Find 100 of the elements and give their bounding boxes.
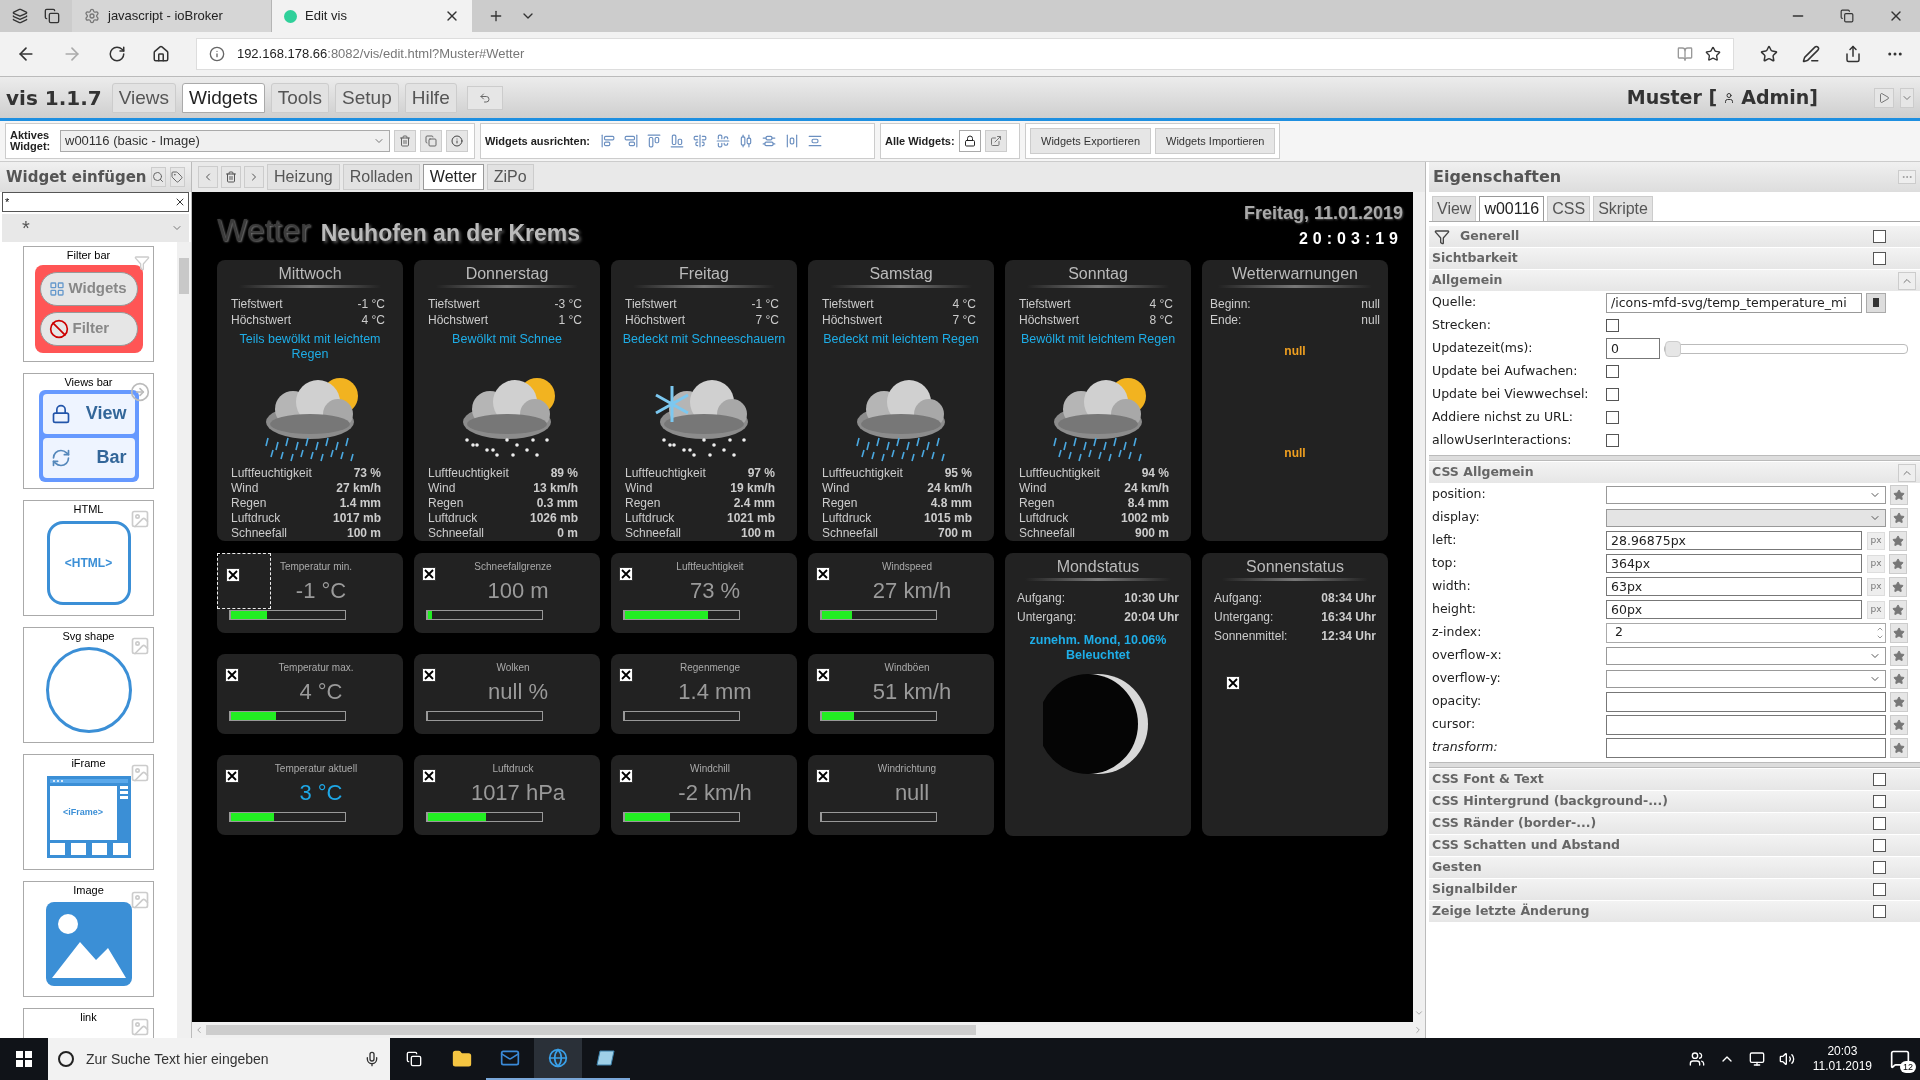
- text-field[interactable]: 28.96875px: [1606, 531, 1862, 550]
- text-field[interactable]: /icons-mfd-svg/temp_temperature_mi: [1606, 292, 1862, 313]
- checkbox[interactable]: [1606, 434, 1619, 447]
- unit-button[interactable]: px: [1867, 600, 1885, 619]
- distribute-vertical-icon[interactable]: [762, 134, 777, 148]
- menu-tab[interactable]: Tools: [270, 82, 330, 113]
- clock[interactable]: 20:03 11.01.2019: [1808, 1044, 1876, 1074]
- distribute-horizontal-icon[interactable]: [739, 134, 754, 148]
- reading-view-icon[interactable]: [1677, 46, 1693, 62]
- microphone-icon[interactable]: [364, 1051, 380, 1067]
- toolbar-button[interactable]: Widgets Exportieren: [1030, 128, 1152, 154]
- widget-palette-card[interactable]: Image: [23, 881, 154, 997]
- text-field[interactable]: 60px: [1606, 600, 1862, 619]
- select-field[interactable]: [1606, 646, 1886, 665]
- filter-icon[interactable]: [1434, 228, 1450, 245]
- mail-icon[interactable]: [500, 1048, 520, 1068]
- clear-icon[interactable]: [174, 196, 186, 208]
- unit-button[interactable]: px: [1867, 531, 1885, 550]
- task-view-icon[interactable]: [406, 1051, 422, 1067]
- file-picker-button[interactable]: [1866, 292, 1886, 313]
- volume-icon[interactable]: [1778, 1051, 1795, 1067]
- lock-button[interactable]: [958, 130, 981, 152]
- filter-field[interactable]: *: [2, 192, 189, 212]
- checkbox[interactable]: [1606, 319, 1619, 332]
- star-button[interactable]: [1889, 530, 1907, 551]
- menu-tab[interactable]: Views: [111, 82, 177, 113]
- star-button[interactable]: [1890, 645, 1908, 666]
- share-icon[interactable]: [1844, 45, 1862, 63]
- checkbox[interactable]: [1873, 839, 1886, 852]
- home-icon[interactable]: [151, 45, 170, 63]
- checkbox[interactable]: [1606, 411, 1619, 424]
- star-button[interactable]: [1890, 691, 1908, 712]
- address-bar[interactable]: 192.168.178.66:8082/vis/edit.html?Muster#Wetter: [195, 38, 1734, 70]
- search-button[interactable]: [150, 167, 166, 187]
- browser-icon[interactable]: [548, 1048, 568, 1068]
- tabs-aside-icon[interactable]: [12, 8, 28, 24]
- align-center-icon[interactable]: [693, 134, 708, 148]
- favorite-icon[interactable]: [1705, 46, 1721, 62]
- star-button[interactable]: [1889, 599, 1907, 620]
- align-top-icon[interactable]: [647, 134, 662, 148]
- text-field[interactable]: [1606, 737, 1886, 758]
- star-button[interactable]: [1889, 576, 1907, 597]
- property-tab[interactable]: w00116: [1479, 196, 1545, 221]
- space-horizontal-icon[interactable]: [785, 134, 800, 148]
- checkbox[interactable]: [1873, 861, 1886, 874]
- unit-button[interactable]: px: [1867, 577, 1885, 596]
- scrollbar[interactable]: [1413, 192, 1425, 1022]
- slider-thumb[interactable]: [1665, 340, 1681, 357]
- windows-logo-icon[interactable]: [16, 1051, 32, 1067]
- new-tab-icon[interactable]: [488, 8, 504, 24]
- star-button[interactable]: [1890, 507, 1908, 528]
- align-bottom-icon[interactable]: [670, 134, 685, 148]
- menu-tab[interactable]: Widgets: [182, 82, 265, 113]
- star-button[interactable]: [1890, 737, 1908, 758]
- number-field[interactable]: 0: [1606, 338, 1660, 359]
- star-button[interactable]: [1890, 714, 1908, 735]
- slider-track[interactable]: [1664, 343, 1908, 354]
- play-button[interactable]: [1874, 87, 1894, 108]
- browser-tab[interactable]: javascript - ioBroker: [72, 0, 272, 32]
- search-field[interactable]: Zur Suche Text hier eingeben: [48, 1038, 390, 1080]
- text-field[interactable]: 63px: [1606, 577, 1862, 596]
- star-button[interactable]: [1890, 622, 1908, 643]
- checkbox[interactable]: [1606, 388, 1619, 401]
- widget-palette-card[interactable]: Svg shape: [23, 627, 154, 743]
- folder-icon[interactable]: [452, 1049, 472, 1069]
- text-field[interactable]: [1606, 714, 1886, 735]
- star-button[interactable]: [1890, 668, 1908, 689]
- menu-tab[interactable]: Hilfe: [404, 82, 457, 113]
- widget-palette-card[interactable]: Filter bar Widgets Filter: [23, 246, 154, 362]
- app-icon[interactable]: [596, 1049, 616, 1067]
- checkbox[interactable]: [1873, 905, 1886, 918]
- delete-button[interactable]: [394, 130, 416, 152]
- delete-view-button[interactable]: [221, 166, 241, 188]
- pen-icon[interactable]: [1802, 45, 1820, 63]
- widget-select[interactable]: w00116 (basic - Image): [60, 130, 390, 152]
- widget-palette-card[interactable]: link: [23, 1008, 154, 1038]
- set-select[interactable]: *: [2, 214, 189, 242]
- align-middle-icon[interactable]: [716, 134, 731, 148]
- property-tab[interactable]: Skripte: [1593, 196, 1653, 221]
- tab-preview-icon[interactable]: [44, 8, 60, 24]
- checkbox[interactable]: [1873, 817, 1886, 830]
- checkbox[interactable]: [1873, 230, 1886, 243]
- scrollbar[interactable]: [192, 1022, 1425, 1038]
- page-tab[interactable]: ZiPo: [486, 164, 534, 190]
- network-icon[interactable]: [1748, 1051, 1765, 1067]
- select-field[interactable]: [1606, 485, 1886, 504]
- checkbox[interactable]: [1873, 795, 1886, 808]
- widget-palette-card[interactable]: HTML <HTML>: [23, 500, 154, 616]
- toolbar-button[interactable]: Widgets Importieren: [1155, 128, 1276, 154]
- menu-tab[interactable]: Setup: [335, 82, 399, 113]
- people-icon[interactable]: [1688, 1051, 1705, 1067]
- select-field[interactable]: [1606, 669, 1886, 688]
- page-tab[interactable]: Rolladen: [342, 164, 420, 190]
- star-button[interactable]: [1889, 553, 1907, 574]
- space-vertical-icon[interactable]: [808, 134, 823, 148]
- restore-icon[interactable]: [1840, 9, 1854, 23]
- widget-palette-card[interactable]: iFrame <iFrame>: [23, 754, 154, 870]
- browser-tab[interactable]: Edit vis: [272, 0, 472, 32]
- favorites-icon[interactable]: [1760, 45, 1778, 63]
- star-button[interactable]: [1890, 484, 1908, 505]
